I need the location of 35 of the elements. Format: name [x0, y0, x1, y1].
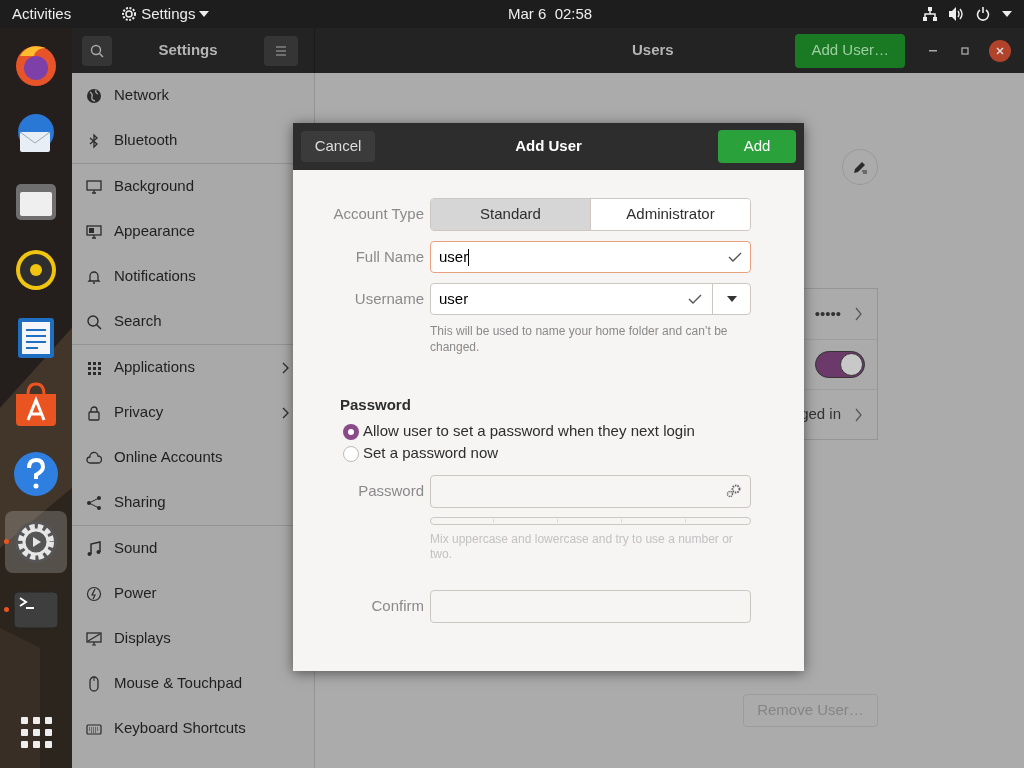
sidebar-item[interactable]: Mouse & Touchpad — [72, 661, 314, 706]
sidebar-item[interactable]: Applications — [72, 345, 314, 390]
radio-option[interactable]: Set a password now — [343, 442, 804, 465]
sidebar-item[interactable]: Search — [72, 299, 314, 344]
account-type-option[interactable]: Standard — [431, 199, 590, 230]
window-title: Users — [632, 40, 674, 61]
sidebar-item[interactable]: Network — [72, 73, 314, 118]
full-name-field[interactable]: user — [430, 241, 751, 273]
section-title: Password — [340, 395, 412, 415]
sidebar-item[interactable]: Power — [72, 571, 314, 616]
field-label: Confirm — [370, 595, 425, 616]
username-combo-box[interactable]: user — [430, 283, 751, 315]
field-label: Full Name — [354, 246, 425, 267]
row-value: ••••• — [814, 303, 841, 324]
sidebar-item[interactable]: Sharing — [72, 480, 314, 525]
clock[interactable]: Mar 6 02:58 — [508, 2, 593, 26]
field-label: Account Type — [332, 204, 425, 225]
sidebar-item[interactable]: Online Accounts — [72, 435, 314, 480]
radio-option[interactable]: Allow user to set a password when they next login — [343, 420, 804, 443]
sidebar-item[interactable]: Sound — [72, 526, 314, 571]
hint-text: This will be used to name your home folder and can’t be changed. — [430, 323, 729, 355]
app-menu[interactable]: Settings — [121, 2, 210, 26]
field-label: Password — [357, 480, 425, 501]
dialog-title: Add User — [515, 136, 582, 157]
activities-button[interactable]: Activities — [12, 2, 72, 26]
sidebar-item[interactable]: Displays — [72, 616, 314, 661]
sidebar-item[interactable]: Keyboard Shortcuts — [72, 706, 314, 751]
field-label: Username — [353, 288, 425, 309]
sidebar-item[interactable]: Background — [72, 164, 314, 209]
cancel-button[interactable]: Cancel — [301, 131, 375, 162]
account-type-option[interactable]: Administrator — [590, 199, 750, 230]
sidebar-item[interactable]: Appearance — [72, 209, 314, 254]
sidebar-title: Settings — [157, 40, 219, 61]
sidebar-item[interactable]: Notifications — [72, 254, 314, 299]
sidebar-item[interactable]: Privacy — [72, 390, 314, 435]
